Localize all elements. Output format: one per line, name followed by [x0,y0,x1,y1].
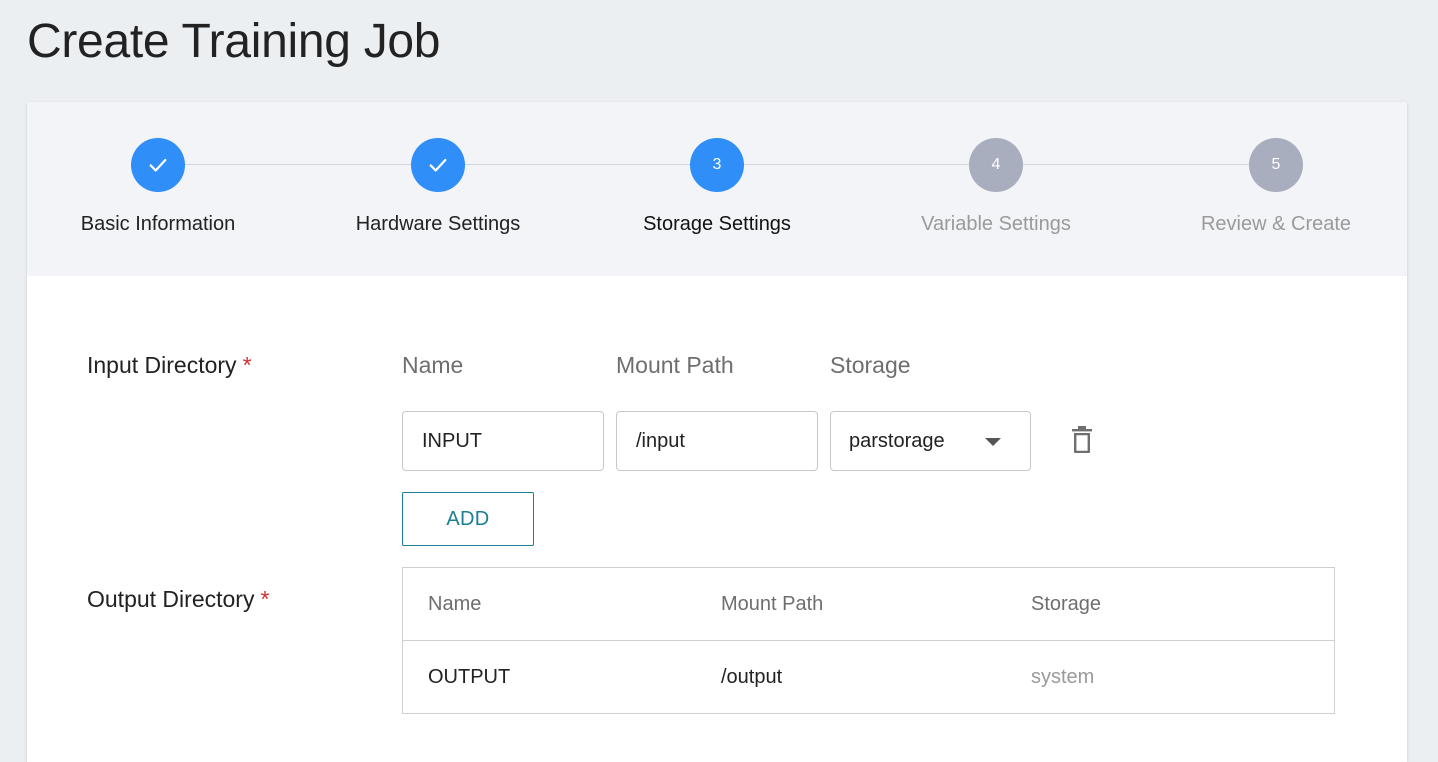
step-variable-settings[interactable]: 4 Variable Settings [876,138,1116,236]
check-icon [149,158,167,172]
table-row: OUTPUT /output system [403,641,1334,713]
output-directory-label-text: Output Directory [87,586,255,612]
input-storage-value: parstorage [849,429,945,452]
output-directory-label: Output Directory * [87,586,269,613]
input-col-name: Name [402,352,464,378]
input-col-storage: Storage [830,352,911,378]
dropdown-arrow-icon [985,438,1001,446]
input-storage-select[interactable]: parstorage [830,411,1031,471]
add-input-directory-button[interactable]: ADD [402,492,534,546]
form-card: Basic Information Hardware Settings 3 St… [27,102,1407,762]
output-col-storage: Storage [1031,593,1102,615]
step-5-label: Review & Create [1200,213,1352,235]
output-directory-table: Name Mount Path Storage OUTPUT /output s… [402,567,1335,714]
output-mount-path-cell: /output [721,666,783,688]
step-5-circle: 5 [1249,138,1303,192]
required-marker: * [242,352,252,378]
step-3-circle: 3 [690,138,744,192]
page-title: Create Training Job [27,15,441,68]
output-col-mount-path: Mount Path [721,593,824,615]
step-hardware-settings[interactable]: Hardware Settings [318,138,558,236]
step-storage-settings[interactable]: 3 Storage Settings [597,138,837,236]
step-4-label: Variable Settings [921,213,1071,235]
stepper: Basic Information Hardware Settings 3 St… [27,102,1407,276]
step-2-label: Hardware Settings [355,213,521,235]
input-mount-path-field[interactable] [616,411,818,471]
required-marker: * [260,586,270,612]
output-name-cell: OUTPUT [428,666,511,688]
output-col-name: Name [428,593,482,615]
input-name-field[interactable] [402,411,604,471]
output-storage-cell: system [1031,666,1095,688]
step-review-create[interactable]: 5 Review & Create [1156,138,1396,236]
input-directory-label: Input Directory * [87,352,252,379]
delete-row-button[interactable] [1064,421,1100,459]
step-1-circle [131,138,185,192]
input-col-mount-path: Mount Path [616,352,734,378]
step-2-circle [411,138,465,192]
check-icon [429,158,447,172]
step-basic-information[interactable]: Basic Information [38,138,278,236]
step-3-label: Storage Settings [643,213,791,235]
trash-icon [1072,426,1092,453]
step-4-circle: 4 [969,138,1023,192]
input-directory-label-text: Input Directory [87,352,237,378]
table-header-row: Name Mount Path Storage [403,568,1334,641]
step-1-label: Basic Information [80,213,236,235]
